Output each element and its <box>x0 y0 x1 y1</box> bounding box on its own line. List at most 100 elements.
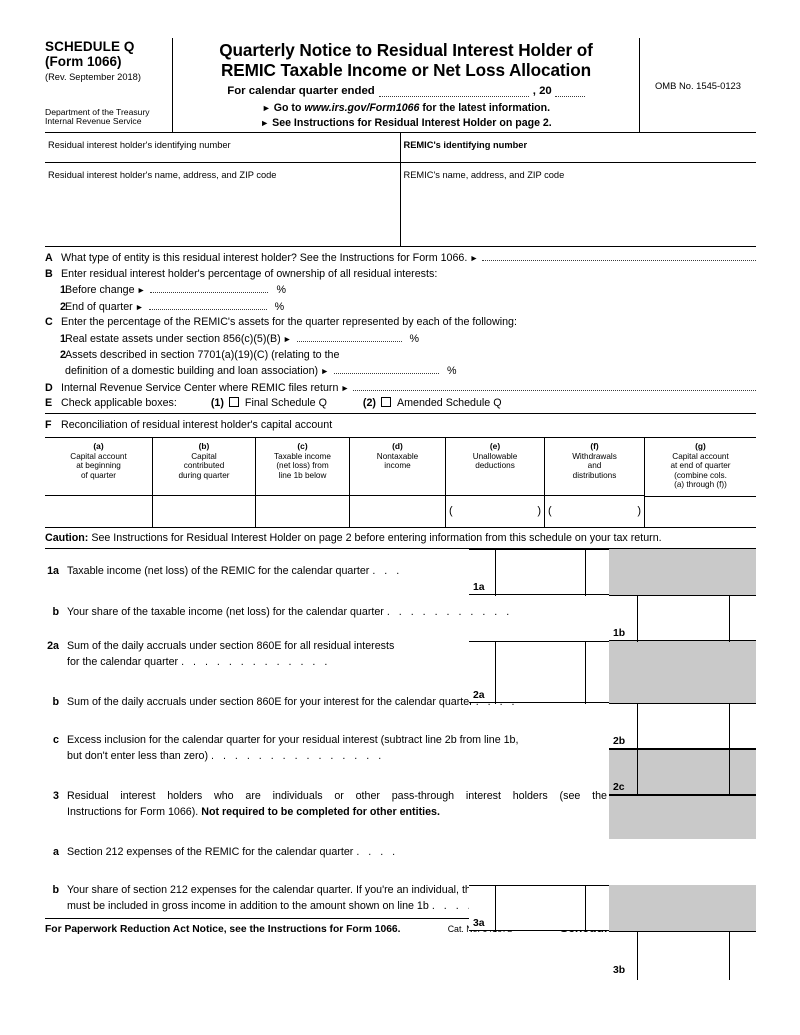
line-1a-label: Taxable income (net loss) of the REMIC f… <box>67 565 370 578</box>
holder-name-address-field[interactable]: Residual interest holder's name, address… <box>45 163 400 246</box>
capital-column-d-header: (d) Nontaxable income <box>350 438 445 495</box>
line-2a-leader: . . . . . . . . . . . . . <box>181 655 331 668</box>
item-c-letter: C <box>45 316 53 329</box>
holder-identifying-number-label: Residual interest holder's identifying n… <box>48 140 231 150</box>
capital-column-e-input[interactable]: ( ) <box>446 494 544 526</box>
item-c-text: Enter the percentage of the REMIC's asse… <box>61 316 517 329</box>
capital-column-g-line-1: Capital account <box>672 451 729 461</box>
line-1a-row: 1a Taxable income (net loss) of the REMI… <box>45 549 756 585</box>
capital-column-g-input[interactable] <box>645 495 756 527</box>
capital-column-b-input[interactable] <box>153 494 255 526</box>
capital-column-f: (f) Withdrawals and distributions ( ) <box>545 437 645 527</box>
item-c2-input[interactable] <box>334 363 440 375</box>
remic-identifying-number-field[interactable]: REMIC's identifying number <box>400 133 756 163</box>
line-3a-label: Section 212 expenses of the REMIC for th… <box>67 845 354 858</box>
line-2c-text: Excess inclusion for the calendar quarte… <box>67 732 756 764</box>
line-2b-text: Sum of the daily accruals under section … <box>67 694 756 710</box>
line-3-text: Residual interest holders who are indivi… <box>67 788 607 820</box>
department-block: Department of the Treasury Internal Reve… <box>45 107 150 127</box>
item-c1-input[interactable] <box>296 331 402 342</box>
line-2b-row: b Sum of the daily accruals under sectio… <box>45 676 756 720</box>
omb-block: OMB No. 1545-0123 <box>640 38 756 132</box>
item-c1-text: Real estate assets under section 856(c)(… <box>65 332 281 345</box>
capital-column-a-line-1: Capital account <box>70 451 127 461</box>
amount-tag-3b: 3b <box>613 965 626 977</box>
item-e2-label: Amended Schedule Q <box>396 397 502 410</box>
item-b-text: Enter residual interest holder's percent… <box>61 267 438 280</box>
capital-column-g-line-3: (combine cols. <box>674 470 727 480</box>
item-b-row: B Enter residual interest holder's perce… <box>45 267 756 283</box>
item-c2-number: 2 <box>60 348 66 361</box>
capital-column-c-line-3: line 1b below <box>278 470 327 480</box>
header-title-block: Quarterly Notice to Residual Interest Ho… <box>173 38 640 132</box>
item-c-row: C Enter the percentage of the REMIC's as… <box>45 315 756 331</box>
department-line-2: Internal Revenue Service <box>45 116 142 127</box>
capital-column-d-line-2: income <box>384 461 411 471</box>
calendar-quarter-input[interactable] <box>378 86 529 97</box>
line-3-number: 3 <box>53 790 59 803</box>
line-1b-number: b <box>52 605 59 618</box>
item-d-row: D Internal Revenue Service Center where … <box>45 380 756 397</box>
holder-identifying-number-field[interactable]: Residual interest holder's identifying n… <box>45 133 400 163</box>
capital-column-a-input[interactable] <box>45 494 152 526</box>
capital-column-c-line-1: Taxable income <box>274 451 331 461</box>
arrow-icon-instructions: ► <box>260 118 270 128</box>
capital-column-b: (b) Capital contributed during quarter <box>153 437 256 527</box>
capital-column-b-line-2: contributed <box>183 461 225 471</box>
irs-url[interactable]: www.irs.gov/Form1066 <box>304 102 419 114</box>
item-b-letter: B <box>45 267 53 280</box>
form-title-line-1: Quarterly Notice to Residual Interest Ho… <box>219 40 593 60</box>
holder-id-column: Residual interest holder's identifying n… <box>45 133 401 246</box>
item-c2-row-line1: 2 Assets described in section 7701(a)(19… <box>45 348 756 364</box>
capital-column-b-header: (b) Capital contributed during quarter <box>153 438 255 495</box>
line-1a-number: 1a <box>47 565 59 578</box>
capital-column-a-line-3: of quarter <box>80 470 117 480</box>
item-b1-input[interactable] <box>150 282 269 294</box>
capital-column-f-line-1: Withdrawals <box>572 451 617 461</box>
see-instructions-line: ► See Instructions for Residual Interest… <box>177 117 635 129</box>
capital-column-f-paren-open: ( <box>548 504 552 517</box>
capital-column-f-input[interactable]: ( ) <box>545 494 644 526</box>
item-a-input[interactable] <box>482 250 756 261</box>
caution-label: Caution: <box>45 531 89 544</box>
line-2c-label-line-2: but don't enter less than zero) <box>67 749 209 762</box>
line-1a-text: Taxable income (net loss) of the REMIC f… <box>67 563 756 579</box>
item-f-row: F Reconciliation of residual interest ho… <box>45 414 756 437</box>
item-a-text: What type of entity is this residual int… <box>61 252 468 264</box>
paperwork-notice: For Paperwork Reduction Act Notice, see … <box>45 924 401 936</box>
footer-revision: (Rev. 9-2018) <box>702 924 756 935</box>
capital-column-f-header: (f) Withdrawals and distributions <box>545 438 644 495</box>
line-2c-number: c <box>53 734 59 747</box>
capital-column-f-letter: (f) <box>590 440 599 451</box>
arrow-icon-item-a: ► <box>467 253 479 263</box>
amount-cell-3b[interactable]: 3b <box>609 931 756 981</box>
checkbox-final-schedule-q[interactable] <box>228 397 239 408</box>
line-2c-leader: . . . . . . . . . . . . . . . <box>211 749 385 762</box>
item-d-input[interactable] <box>353 380 756 391</box>
header-left-block: SCHEDULE Q (Form 1066) (Rev. September 2… <box>45 38 173 132</box>
line-3a-text: Section 212 expenses of the REMIC for th… <box>67 844 756 860</box>
capital-column-d-input[interactable] <box>350 494 445 526</box>
item-d-letter: D <box>45 381 53 394</box>
item-e1-label: Final Schedule Q <box>244 397 327 410</box>
capital-account-table: (a) Capital account at beginning of quar… <box>45 436 756 527</box>
item-f-letter: F <box>45 418 52 431</box>
capital-column-e-line-2: deductions <box>475 461 515 471</box>
capital-column-g: (g) Capital account at end of quarter (c… <box>645 438 756 527</box>
item-e2-number: (2) <box>362 397 376 410</box>
calendar-quarter-row: For calendar quarter ended , 20 <box>177 85 635 97</box>
capital-column-c-input[interactable] <box>256 494 349 526</box>
checkbox-amended-schedule-q[interactable] <box>380 397 391 408</box>
item-b2-input[interactable] <box>148 299 267 310</box>
line-3b-label-line-1: Your share of section 212 expenses for t… <box>67 884 518 897</box>
remic-name-address-field[interactable]: REMIC's name, address, and ZIP code <box>401 163 757 246</box>
see-instructions-text: See Instructions for Residual Interest H… <box>272 117 552 129</box>
year-input[interactable] <box>554 86 585 97</box>
remic-identifying-number-label: REMIC's identifying number <box>403 140 528 150</box>
arrow-icon-item-b2: ► <box>132 301 144 312</box>
capital-column-e-letter: (e) <box>489 440 501 451</box>
year-prefix-label: , 20 <box>532 85 552 97</box>
calendar-quarter-label: For calendar quarter ended <box>227 85 375 97</box>
form-title-line-2: REMIC Taxable Income or Net Loss Allocat… <box>220 60 592 80</box>
item-e-letter: E <box>45 397 53 410</box>
